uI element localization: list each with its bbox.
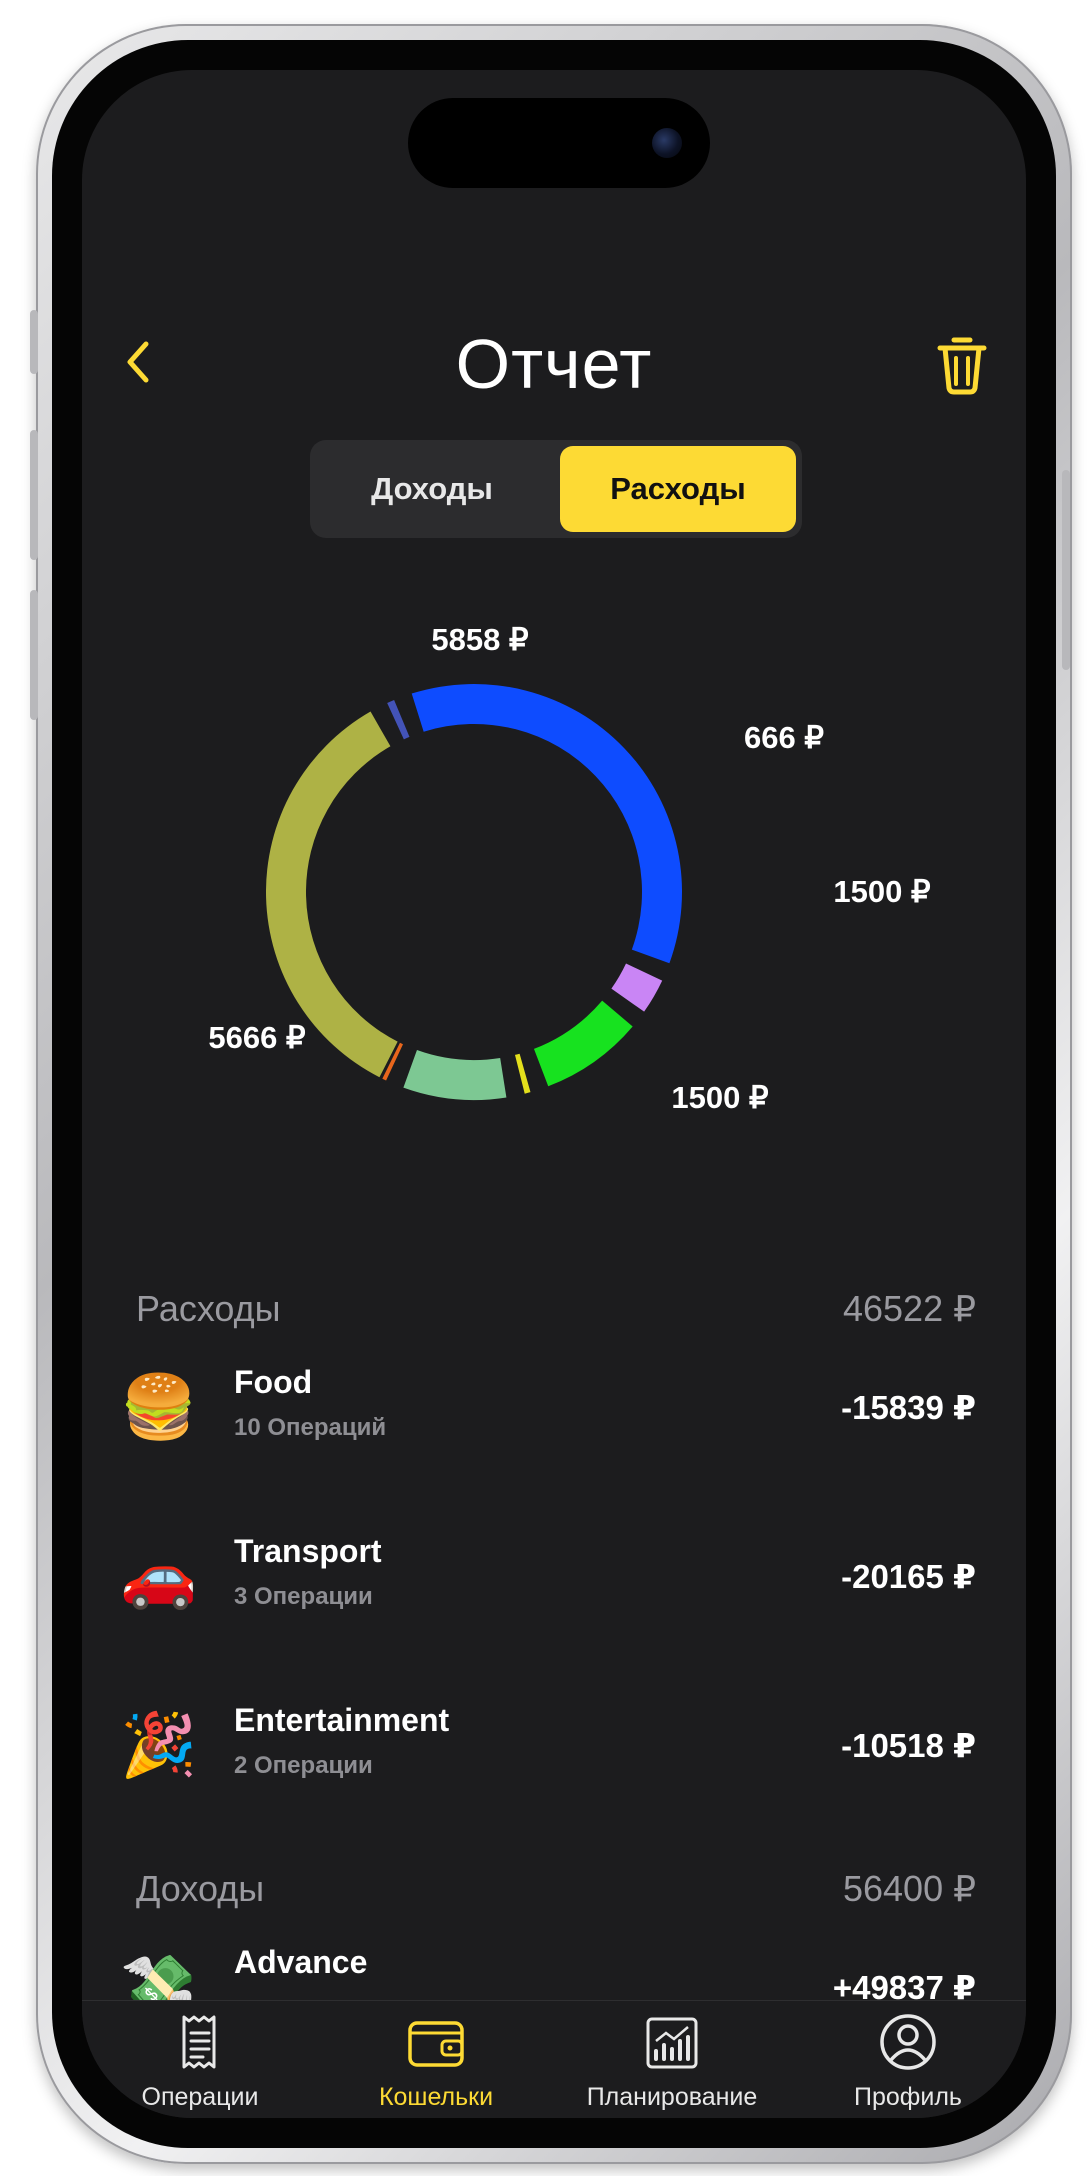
- profile-icon: [880, 2014, 936, 2070]
- category-name: Food: [234, 1364, 313, 1400]
- operations-count: 10 Операций: [234, 1414, 387, 1441]
- operations-count: 3 Операции: [234, 1583, 373, 1610]
- income-section-header: Доходы 56400 ₽: [136, 1868, 976, 1918]
- tab-expenses[interactable]: Расходы: [560, 446, 796, 532]
- list-item[interactable]: 🍔 Food 10 Операций -15839 ₽: [82, 1354, 1026, 1464]
- dynamic-island: [408, 98, 710, 188]
- camera-icon: [652, 128, 682, 158]
- chart-label: 1500 ₽: [833, 874, 931, 909]
- tab-profile[interactable]: Профиль: [790, 2001, 1026, 2118]
- power-button: [1062, 470, 1070, 670]
- list-item[interactable]: 🎉 Entertainment 2 Операции -10518 ₽: [82, 1692, 1026, 1802]
- operations-count: 2 Операции: [234, 1752, 373, 1779]
- category-amount: -10518 ₽: [841, 1727, 976, 1764]
- tab-label: Планирование: [586, 2083, 758, 2111]
- tab-label: Профиль: [854, 2083, 962, 2111]
- tab-income[interactable]: Доходы: [316, 446, 548, 532]
- chart-label: 5666 ₽: [208, 1020, 306, 1055]
- tab-wallets[interactable]: Кошельки: [318, 2001, 554, 2118]
- category-name: Transport: [234, 1533, 382, 1569]
- delete-button[interactable]: [932, 332, 992, 396]
- donut-segment: [514, 1053, 531, 1094]
- income-total: 56400 ₽: [842, 1868, 976, 1909]
- chart-board-icon: [646, 2017, 698, 2069]
- tab-operations[interactable]: Операции: [82, 2001, 318, 2118]
- chart-label: 666 ₽: [744, 720, 824, 755]
- category-amount: -20165 ₽: [841, 1558, 976, 1595]
- expenses-section-header: Расходы 46522 ₽: [136, 1288, 976, 1338]
- chart-label: 1500 ₽: [671, 1080, 769, 1115]
- party-popper-icon: 🎉: [120, 1711, 198, 1780]
- expenses-donut-chart: 5858 ₽ 666 ₽ 1500 ₽ 1500 ₽ 5666 ₽: [208, 622, 931, 1115]
- tab-planning[interactable]: Планирование: [554, 2001, 790, 2118]
- expenses-title: Расходы: [136, 1288, 281, 1329]
- trash-icon: [937, 337, 987, 395]
- chart-label: 5858 ₽: [431, 622, 529, 657]
- category-name: Advance: [234, 1944, 368, 1980]
- expenses-total: 46522 ₽: [842, 1288, 976, 1329]
- category-name: Entertainment: [234, 1702, 450, 1738]
- tab-bar: Операции Кошельки Планирование Профиль: [82, 2000, 1026, 2118]
- app-screen: Отчет Доходы Расходы 5858 ₽ 666 ₽ 1500 ₽…: [82, 70, 1026, 2118]
- tab-label: Операции: [141, 2083, 259, 2111]
- tab-label: Кошельки: [378, 2083, 494, 2111]
- list-item[interactable]: 🚗 Transport 3 Операции -20165 ₽: [82, 1523, 1026, 1633]
- wallet-icon: [408, 2021, 464, 2067]
- volume-up-button: [30, 430, 38, 560]
- burger-icon: 🍔: [120, 1373, 198, 1442]
- donut-segment: [387, 699, 410, 740]
- donut-segment: [403, 1050, 507, 1100]
- donut-segment: [533, 1000, 633, 1087]
- action-button: [30, 310, 38, 374]
- donut-segment: [411, 684, 683, 964]
- category-amount: -15839 ₽: [841, 1389, 976, 1426]
- page-title: Отчет: [455, 325, 653, 403]
- income-expense-toggle: Доходы Расходы: [310, 440, 802, 538]
- receipt-icon: [182, 2015, 216, 2069]
- volume-down-button: [30, 590, 38, 720]
- car-icon: 🚗: [120, 1542, 198, 1611]
- donut-segment: [611, 963, 663, 1012]
- income-title: Доходы: [136, 1868, 265, 1909]
